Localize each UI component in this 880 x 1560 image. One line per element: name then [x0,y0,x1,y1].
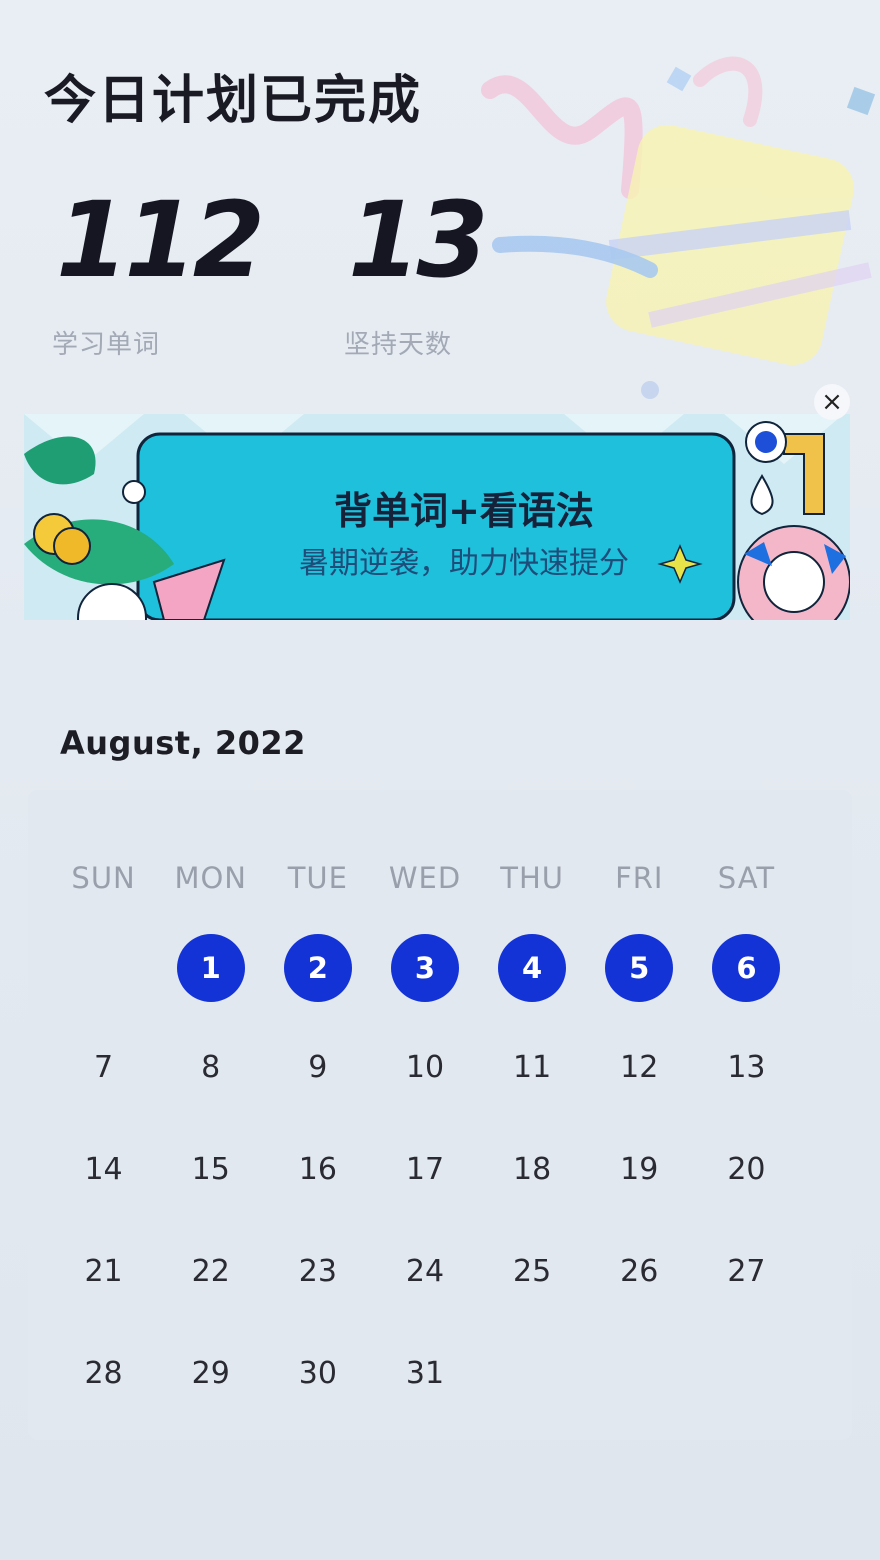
completed-day-number: 5 [605,934,674,1002]
day-number: 24 [405,1253,445,1289]
calendar-day[interactable]: 30 [264,1322,371,1424]
day-number: 15 [191,1151,230,1187]
weekday-header: SAT [717,861,776,895]
day-number: 31 [405,1355,445,1391]
day-number: 27 [727,1253,766,1289]
calendar-day[interactable]: 21 [50,1220,157,1322]
completed-day-number: 1 [176,934,245,1002]
calendar-day[interactable]: 22 [157,1220,264,1322]
day-number: 21 [84,1253,123,1289]
calendar-day[interactable]: 26 [586,1220,693,1322]
calendar-day[interactable]: 28 [50,1322,157,1424]
calendar-day[interactable]: 29 [157,1322,264,1424]
weekday-header: MON [174,861,247,895]
calendar-day[interactable]: 13 [693,1016,800,1118]
stat-value: 112 [56,179,265,301]
day-number: 19 [620,1151,659,1187]
day-number: 28 [84,1355,123,1391]
calendar-day[interactable]: 7 [50,1016,157,1118]
day-number: 20 [727,1151,766,1187]
page-title: 今日计划已完成 [44,71,423,131]
day-number: 18 [513,1151,552,1187]
promo-banner[interactable]: 背单词+看语法 暑期逆袭，助力快速提分 [24,404,850,620]
day-number: 12 [620,1049,659,1085]
calendar-empty-cell [50,920,157,1016]
calendar-day[interactable]: 15 [157,1118,264,1220]
calendar-day[interactable]: 24 [371,1220,478,1322]
calendar-day[interactable]: 18 [479,1118,586,1220]
day-number: 13 [727,1049,766,1085]
weekday-header: SUN [71,861,136,895]
completed-day-number: 4 [498,934,567,1002]
day-number: 14 [84,1151,123,1187]
day-number: 7 [94,1049,114,1085]
calendar-day[interactable]: 19 [586,1118,693,1220]
calendar-day[interactable]: 23 [264,1220,371,1322]
completed-day-number: 3 [390,934,459,1002]
day-number: 30 [298,1355,337,1391]
day-number: 29 [191,1355,230,1391]
close-icon[interactable]: × [814,384,850,420]
completed-day-number: 6 [712,934,781,1002]
calendar-day[interactable]: 8 [157,1016,264,1118]
weekday-header: WED [388,861,462,895]
celebration-illustration [481,56,876,399]
calendar-day[interactable]: 5 [586,920,693,1016]
calendar-day[interactable]: 27 [693,1220,800,1322]
calendar-day[interactable]: 2 [264,920,371,1016]
calendar-grid: SUN MON TUE WED THU FRI SAT 1 2 3 4 5 6 7 8 9 10 11 12 13 14… [50,790,800,1424]
calendar-day[interactable]: 17 [371,1118,478,1220]
stat-value: 13 [348,179,489,301]
day-number: 8 [201,1049,221,1085]
banner-subtitle: 暑期逆袭，助力快速提分 [299,546,629,581]
day-number: 11 [513,1049,552,1085]
calendar-day[interactable]: 1 [157,920,264,1016]
calendar-day[interactable]: 3 [371,920,478,1016]
completed-day-number: 2 [283,934,352,1002]
day-number: 26 [620,1253,659,1289]
calendar: SUN MON TUE WED THU FRI SAT 1 2 3 4 5 6 7 8 9 10 11 12 13 14… [28,790,852,1440]
day-number: 22 [191,1253,230,1289]
calendar-day[interactable]: 25 [479,1220,586,1322]
stat-streak-days: 13 坚持天数 [344,179,489,361]
calendar-day[interactable]: 9 [264,1016,371,1118]
calendar-day[interactable]: 11 [479,1016,586,1118]
day-number: 10 [405,1049,445,1085]
calendar-month-title: August, 2022 [60,724,306,762]
calendar-day[interactable]: 20 [693,1118,800,1220]
weekday-header: THU [500,861,564,895]
stat-words-learned: 112 学习单词 [52,179,265,361]
calendar-day[interactable]: 10 [371,1016,478,1118]
calendar-day[interactable]: 12 [586,1016,693,1118]
day-number: 9 [308,1049,328,1085]
calendar-day[interactable]: 14 [50,1118,157,1220]
day-number: 23 [298,1253,337,1289]
calendar-day[interactable]: 6 [693,920,800,1016]
stat-label: 坚持天数 [344,330,453,360]
banner-title: 背单词+看语法 [334,489,594,533]
day-number: 17 [405,1151,445,1187]
calendar-day[interactable]: 31 [371,1322,478,1424]
stat-label: 学习单词 [52,330,161,360]
day-number: 25 [513,1253,552,1289]
day-number: 16 [298,1151,337,1187]
weekday-header: FRI [615,861,664,895]
weekday-header: TUE [287,861,348,895]
calendar-day[interactable]: 4 [479,920,586,1016]
calendar-day[interactable]: 16 [264,1118,371,1220]
